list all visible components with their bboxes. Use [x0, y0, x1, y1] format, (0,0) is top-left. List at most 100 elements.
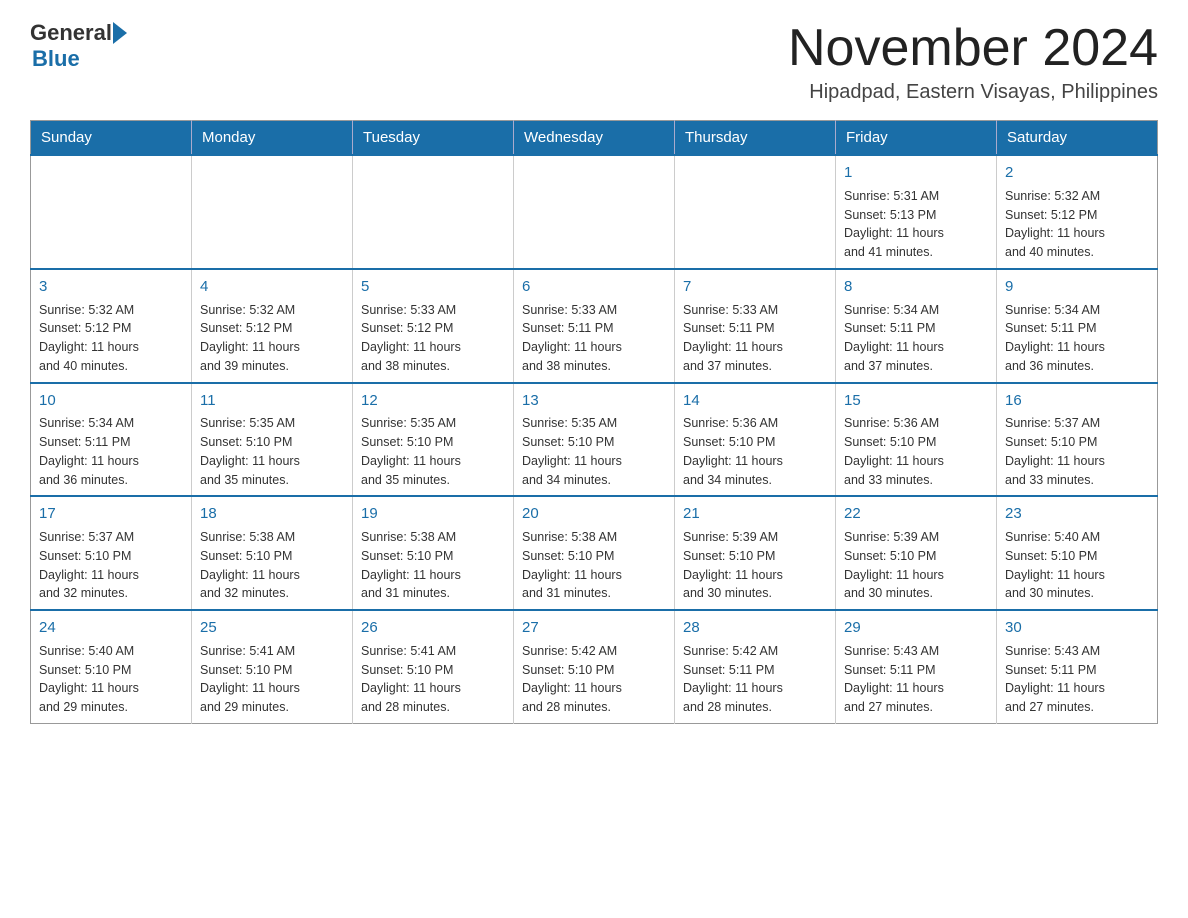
day-info: Sunrise: 5:38 AM Sunset: 5:10 PM Dayligh…: [200, 528, 344, 603]
day-number: 29: [844, 617, 988, 639]
day-info: Sunrise: 5:39 AM Sunset: 5:10 PM Dayligh…: [683, 528, 827, 603]
day-info: Sunrise: 5:31 AM Sunset: 5:13 PM Dayligh…: [844, 187, 988, 262]
calendar-cell: 1Sunrise: 5:31 AM Sunset: 5:13 PM Daylig…: [836, 155, 997, 269]
day-info: Sunrise: 5:38 AM Sunset: 5:10 PM Dayligh…: [522, 528, 666, 603]
location-title: Hipadpad, Eastern Visayas, Philippines: [788, 81, 1158, 104]
calendar-cell: [675, 155, 836, 269]
day-number: 9: [1005, 276, 1149, 298]
day-info: Sunrise: 5:32 AM Sunset: 5:12 PM Dayligh…: [39, 301, 183, 376]
calendar-week-row: 1Sunrise: 5:31 AM Sunset: 5:13 PM Daylig…: [31, 155, 1158, 269]
day-info: Sunrise: 5:33 AM Sunset: 5:11 PM Dayligh…: [683, 301, 827, 376]
calendar-cell: 7 Sunrise: 5:33 AM Sunset: 5:11 PM Daylig…: [675, 269, 836, 383]
logo-arrow-icon: [113, 22, 127, 44]
day-number: 16: [1005, 390, 1149, 412]
day-info: Sunrise: 5:41 AM Sunset: 5:10 PM Dayligh…: [200, 642, 344, 717]
calendar-week-row: 17 Sunrise: 5:37 AM Sunset: 5:10 PM Dayli…: [31, 496, 1158, 610]
day-info: Sunrise: 5:42 AM Sunset: 5:10 PM Dayligh…: [522, 642, 666, 717]
day-number: 11: [200, 390, 344, 412]
day-number: 19: [361, 503, 505, 525]
calendar-cell: 29 Sunrise: 5:43 AM Sunset: 5:11 PM Dayli…: [836, 610, 997, 723]
day-number: 21: [683, 503, 827, 525]
logo: General Blue: [30, 20, 128, 72]
day-info: Sunrise: 5:34 AM Sunset: 5:11 PM Dayligh…: [844, 301, 988, 376]
calendar-cell: 18 Sunrise: 5:38 AM Sunset: 5:10 PM Dayli…: [192, 496, 353, 610]
day-info: Sunrise: 5:35 AM Sunset: 5:10 PM Dayligh…: [361, 414, 505, 489]
day-info: Sunrise: 5:37 AM Sunset: 5:10 PM Dayligh…: [39, 528, 183, 603]
calendar-cell: 16Sunrise: 5:37 AM Sunset: 5:10 PM Dayli…: [997, 383, 1158, 497]
day-info: Sunrise: 5:32 AM Sunset: 5:12 PM Dayligh…: [1005, 187, 1149, 262]
calendar-cell: [514, 155, 675, 269]
calendar-header-monday: Monday: [192, 121, 353, 156]
day-info: Sunrise: 5:43 AM Sunset: 5:11 PM Dayligh…: [1005, 642, 1149, 717]
calendar-cell: 25 Sunrise: 5:41 AM Sunset: 5:10 PM Dayli…: [192, 610, 353, 723]
calendar-cell: 20Sunrise: 5:38 AM Sunset: 5:10 PM Dayli…: [514, 496, 675, 610]
calendar-cell: 15Sunrise: 5:36 AM Sunset: 5:10 PM Dayli…: [836, 383, 997, 497]
day-number: 6: [522, 276, 666, 298]
day-info: Sunrise: 5:37 AM Sunset: 5:10 PM Dayligh…: [1005, 414, 1149, 489]
day-info: Sunrise: 5:39 AM Sunset: 5:10 PM Dayligh…: [844, 528, 988, 603]
calendar-cell: 5 Sunrise: 5:33 AM Sunset: 5:12 PM Daylig…: [353, 269, 514, 383]
calendar-cell: [31, 155, 192, 269]
calendar-week-row: 3 Sunrise: 5:32 AM Sunset: 5:12 PM Daylig…: [31, 269, 1158, 383]
calendar-cell: 3 Sunrise: 5:32 AM Sunset: 5:12 PM Daylig…: [31, 269, 192, 383]
day-number: 27: [522, 617, 666, 639]
day-number: 18: [200, 503, 344, 525]
day-info: Sunrise: 5:32 AM Sunset: 5:12 PM Dayligh…: [200, 301, 344, 376]
calendar-cell: 27 Sunrise: 5:42 AM Sunset: 5:10 PM Dayli…: [514, 610, 675, 723]
day-number: 24: [39, 617, 183, 639]
calendar-cell: 24 Sunrise: 5:40 AM Sunset: 5:10 PM Dayli…: [31, 610, 192, 723]
day-info: Sunrise: 5:42 AM Sunset: 5:11 PM Dayligh…: [683, 642, 827, 717]
day-number: 3: [39, 276, 183, 298]
calendar-header-wednesday: Wednesday: [514, 121, 675, 156]
day-info: Sunrise: 5:40 AM Sunset: 5:10 PM Dayligh…: [39, 642, 183, 717]
calendar-cell: 21 Sunrise: 5:39 AM Sunset: 5:10 PM Dayli…: [675, 496, 836, 610]
day-number: 25: [200, 617, 344, 639]
calendar-table: SundayMondayTuesdayWednesdayThursdayFrid…: [30, 120, 1158, 724]
day-info: Sunrise: 5:43 AM Sunset: 5:11 PM Dayligh…: [844, 642, 988, 717]
calendar-header-sunday: Sunday: [31, 121, 192, 156]
day-info: Sunrise: 5:33 AM Sunset: 5:12 PM Dayligh…: [361, 301, 505, 376]
calendar-cell: 8 Sunrise: 5:34 AM Sunset: 5:11 PM Daylig…: [836, 269, 997, 383]
day-number: 17: [39, 503, 183, 525]
day-number: 15: [844, 390, 988, 412]
calendar-cell: 23 Sunrise: 5:40 AM Sunset: 5:10 PM Dayli…: [997, 496, 1158, 610]
day-info: Sunrise: 5:38 AM Sunset: 5:10 PM Dayligh…: [361, 528, 505, 603]
day-info: Sunrise: 5:40 AM Sunset: 5:10 PM Dayligh…: [1005, 528, 1149, 603]
day-number: 5: [361, 276, 505, 298]
logo-blue-text: Blue: [32, 46, 80, 71]
month-title: November 2024: [788, 20, 1158, 77]
calendar-cell: 11Sunrise: 5:35 AM Sunset: 5:10 PM Dayli…: [192, 383, 353, 497]
calendar-cell: 12Sunrise: 5:35 AM Sunset: 5:10 PM Dayli…: [353, 383, 514, 497]
day-number: 22: [844, 503, 988, 525]
calendar-cell: 14Sunrise: 5:36 AM Sunset: 5:10 PM Dayli…: [675, 383, 836, 497]
calendar-cell: 30Sunrise: 5:43 AM Sunset: 5:11 PM Dayli…: [997, 610, 1158, 723]
day-info: Sunrise: 5:36 AM Sunset: 5:10 PM Dayligh…: [683, 414, 827, 489]
page-header: General Blue November 2024 Hipadpad, Eas…: [30, 20, 1158, 104]
calendar-cell: [192, 155, 353, 269]
calendar-header-saturday: Saturday: [997, 121, 1158, 156]
calendar-header-row: SundayMondayTuesdayWednesdayThursdayFrid…: [31, 121, 1158, 156]
day-number: 7: [683, 276, 827, 298]
calendar-cell: 28Sunrise: 5:42 AM Sunset: 5:11 PM Dayli…: [675, 610, 836, 723]
day-number: 2: [1005, 162, 1149, 184]
day-info: Sunrise: 5:33 AM Sunset: 5:11 PM Dayligh…: [522, 301, 666, 376]
calendar-header-tuesday: Tuesday: [353, 121, 514, 156]
day-number: 8: [844, 276, 988, 298]
day-info: Sunrise: 5:41 AM Sunset: 5:10 PM Dayligh…: [361, 642, 505, 717]
day-number: 12: [361, 390, 505, 412]
calendar-header-friday: Friday: [836, 121, 997, 156]
day-number: 4: [200, 276, 344, 298]
day-number: 26: [361, 617, 505, 639]
calendar-cell: 10Sunrise: 5:34 AM Sunset: 5:11 PM Dayli…: [31, 383, 192, 497]
calendar-cell: [353, 155, 514, 269]
calendar-week-row: 24 Sunrise: 5:40 AM Sunset: 5:10 PM Dayli…: [31, 610, 1158, 723]
calendar-cell: 2 Sunrise: 5:32 AM Sunset: 5:12 PM Daylig…: [997, 155, 1158, 269]
day-info: Sunrise: 5:36 AM Sunset: 5:10 PM Dayligh…: [844, 414, 988, 489]
day-number: 14: [683, 390, 827, 412]
calendar-cell: 13Sunrise: 5:35 AM Sunset: 5:10 PM Dayli…: [514, 383, 675, 497]
day-number: 23: [1005, 503, 1149, 525]
title-area: November 2024 Hipadpad, Eastern Visayas,…: [788, 20, 1158, 104]
day-info: Sunrise: 5:34 AM Sunset: 5:11 PM Dayligh…: [1005, 301, 1149, 376]
calendar-cell: 17 Sunrise: 5:37 AM Sunset: 5:10 PM Dayli…: [31, 496, 192, 610]
calendar-cell: 26 Sunrise: 5:41 AM Sunset: 5:10 PM Dayli…: [353, 610, 514, 723]
